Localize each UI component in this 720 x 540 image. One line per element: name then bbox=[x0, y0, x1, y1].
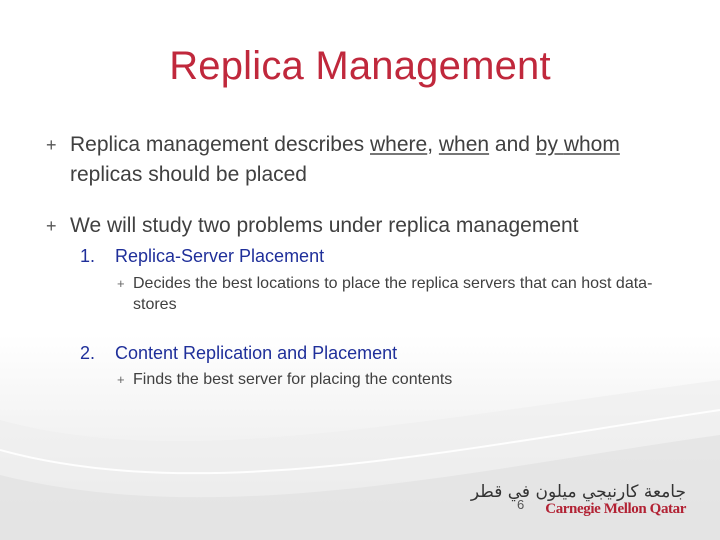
slide-title: Replica Management bbox=[169, 44, 551, 88]
item-number: 1. bbox=[80, 246, 96, 266]
bullet-text: We will study two problems under replica… bbox=[70, 214, 579, 237]
bullet-marker: + bbox=[46, 216, 57, 236]
bullet-text-segment: , bbox=[427, 133, 439, 156]
sub-bullet-placement: + Decides the best locations to place th… bbox=[117, 273, 693, 315]
underlined-word-when: when bbox=[438, 133, 490, 156]
sub-bullet-marker: + bbox=[117, 372, 125, 387]
slide: Replica Management + Replica management … bbox=[0, 0, 720, 540]
cmu-qatar-logo: جامعة كارنيجي ميلون في قطر Carnegie Mell… bbox=[471, 484, 686, 520]
sub-bullet-replication: + Finds the best server for placing the … bbox=[117, 369, 693, 390]
sub-bullet-text: Decides the best locations to place the … bbox=[133, 275, 653, 313]
numbered-item-2: 2. Content Replication and Placement bbox=[80, 341, 397, 365]
bullet-replica-management: + Replica management describes where, wh… bbox=[46, 130, 650, 190]
underlined-word-by-whom: by whom bbox=[536, 133, 620, 156]
sub-bullet-text: Finds the best server for placing the co… bbox=[133, 371, 453, 388]
logo-arabic-text: جامعة كارنيجي ميلون في قطر bbox=[470, 482, 686, 502]
bullet-text-segment: and bbox=[489, 133, 536, 156]
sub-bullet-marker: + bbox=[117, 276, 125, 291]
underlined-word-whom: whom bbox=[563, 133, 620, 156]
logo-english-text: Carnegie Mellon Qatar bbox=[545, 501, 686, 517]
bullet-text-segment: Replica management describes bbox=[70, 133, 370, 156]
bullet-text-segment: replicas should be placed bbox=[70, 163, 307, 186]
item-label: Replica-Server Placement bbox=[115, 246, 325, 266]
bullet-two-problems: + We will study two problems under repli… bbox=[46, 211, 690, 241]
underlined-word-by: by bbox=[535, 133, 558, 156]
underlined-word-where: where bbox=[370, 133, 428, 156]
bullet-marker: + bbox=[46, 135, 57, 155]
item-number: 2. bbox=[80, 343, 96, 363]
item-label: Content Replication and Placement bbox=[115, 343, 398, 363]
numbered-item-1: 1. Replica-Server Placement bbox=[80, 244, 324, 268]
